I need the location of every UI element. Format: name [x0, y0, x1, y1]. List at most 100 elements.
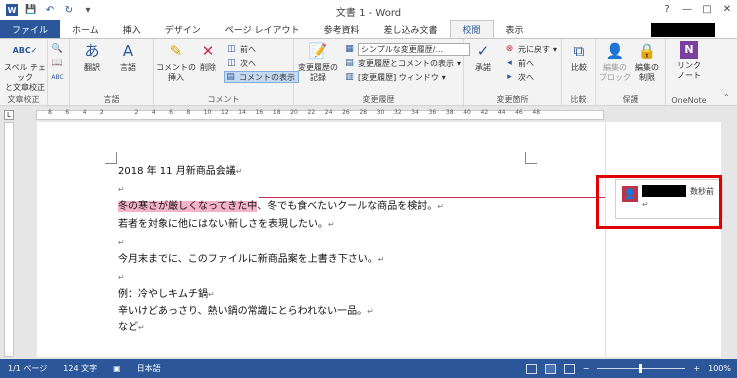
- language-icon: A: [122, 42, 134, 60]
- zoom-slider-thumb[interactable]: [639, 364, 643, 373]
- ruler-number: 6: [169, 109, 173, 116]
- tab-selector[interactable]: L: [4, 110, 14, 120]
- ruler-number: 30: [376, 109, 385, 116]
- collapse-ribbon-icon[interactable]: ⌃: [723, 91, 730, 103]
- ribbon-review: ABC✓ スペル チェック と文章校正 文章校正 🔍 📖 ABC あ 翻訳 A …: [0, 38, 737, 107]
- group-tracking: 📝 変更履歴の 記録 ▦ シンプルな変更履歴/... ▤ 変更履歴とコメントの表示 ▾…: [294, 39, 470, 107]
- show-markup-button[interactable]: ▤ 変更履歴とコメントの表示 ▾: [344, 57, 461, 69]
- ruler-number: 6: [65, 109, 70, 116]
- new-comment-icon: ✎: [169, 42, 183, 60]
- commented-text-highlight: 冬の寒さが厳しくなってきた中: [118, 201, 258, 212]
- tab-review[interactable]: 校閲: [449, 20, 494, 38]
- ruler-number: 4: [82, 109, 87, 116]
- restrict-editing-button[interactable]: 🔒 編集の 制限: [630, 41, 664, 83]
- previous-comment-button[interactable]: ◫ 前へ: [226, 43, 256, 55]
- language-indicator[interactable]: 日本語: [129, 363, 169, 374]
- research-icon[interactable]: 🔍: [52, 43, 63, 55]
- group-onenote: N リンク ノート OneNote: [671, 41, 707, 105]
- ruler-number: 34: [411, 109, 419, 116]
- ruler-number: 38: [445, 109, 454, 116]
- reject-button[interactable]: ⊗ 元に戻す ▾: [504, 43, 557, 55]
- block-authors-button[interactable]: 👤 編集の ブロック: [598, 41, 632, 83]
- read-mode-icon[interactable]: [525, 363, 537, 374]
- tab-page-layout[interactable]: ページ レイアウト: [213, 20, 312, 38]
- track-changes-button[interactable]: 📝 変更履歴の 記録: [296, 41, 340, 83]
- annotation-red-frame: [596, 175, 722, 229]
- doc-line-2: ↵: [118, 185, 125, 194]
- ruler-number: 24: [324, 109, 333, 116]
- compare-icon: ⧉: [573, 42, 585, 60]
- word-count[interactable]: 124 文字: [55, 363, 105, 374]
- ruler-number: 44: [497, 109, 506, 116]
- show-comments-button[interactable]: ▤ コメントの表示: [224, 71, 299, 83]
- reviewing-pane-button[interactable]: ▥ [変更履歴] ウィンドウ ▾: [344, 71, 446, 83]
- print-layout-icon[interactable]: [544, 363, 556, 374]
- doc-line-6: 今月末までに、このファイルに新商品案を上書き下さい。↵: [118, 254, 385, 265]
- translate-button[interactable]: あ 翻訳: [74, 41, 110, 73]
- spelling-grammar-button[interactable]: ABC✓ スペル チェック と文章校正: [4, 41, 46, 93]
- next-change-button[interactable]: ▸ 次へ: [504, 71, 534, 83]
- tab-view[interactable]: 表示: [494, 20, 536, 38]
- tab-home[interactable]: ホーム: [60, 20, 111, 38]
- ruler-number: 14: [238, 109, 246, 116]
- accept-button[interactable]: ✓ 承諾: [466, 41, 500, 73]
- ruler-number: 36: [428, 109, 437, 116]
- close-button[interactable]: ✕: [717, 0, 737, 18]
- title-bar: W 💾 ↶ ↻ ▾ 文書 1 - Word ? — □ ✕: [0, 0, 737, 20]
- tab-insert[interactable]: 挿入: [111, 20, 153, 38]
- markup-display-dropdown[interactable]: ▦ シンプルな変更履歴/...: [344, 42, 470, 56]
- doc-line-7: ↵: [118, 273, 125, 282]
- tab-file[interactable]: ファイル: [0, 20, 61, 38]
- maximize-button[interactable]: □: [697, 0, 717, 18]
- next-comment-button[interactable]: ◫ 次へ: [226, 57, 256, 69]
- ruler-number: 20: [290, 109, 298, 116]
- reviewing-pane-icon: ▥: [345, 72, 354, 82]
- ruler-number: 42: [480, 109, 489, 116]
- zoom-slider[interactable]: [597, 364, 686, 373]
- ruler-number: 22: [307, 109, 316, 116]
- ruler-number: 10: [203, 109, 212, 116]
- zoom-out-button[interactable]: −: [583, 364, 590, 373]
- status-bar: 1/1 ページ 124 文字 ▣ 日本語 − + 100%: [0, 359, 737, 378]
- delete-comment-button[interactable]: ✕ 削除: [194, 41, 222, 73]
- minimize-button[interactable]: —: [677, 0, 697, 18]
- help-icon[interactable]: ?: [657, 0, 677, 18]
- group-changes: ✓ 承諾 ⊗ 元に戻す ▾ ◂ 前へ ▸ 次へ 変更箇所: [464, 39, 562, 107]
- ruler-number: 48: [532, 109, 541, 116]
- tab-mailings[interactable]: 差し込み文書: [371, 20, 449, 38]
- accept-icon: ✓: [476, 42, 490, 60]
- compare-button[interactable]: ⧉ 比較: [562, 41, 596, 73]
- group-comments: ✎ コメントの 挿入 ✕ 削除 ◫ 前へ ◫ 次へ ▤ コメントの表示 コメント: [154, 39, 299, 107]
- document-page[interactable]: 2018 年 11 月新商品会議↵ ↵ 冬の寒さが厳しくなってきた中、冬でも食べ…: [37, 122, 605, 357]
- next-comment-icon: ◫: [227, 58, 236, 68]
- language-button[interactable]: A 言語: [110, 41, 146, 73]
- show-comments-icon: ▤: [226, 72, 235, 82]
- translate-icon: あ: [84, 42, 100, 60]
- word-count-icon[interactable]: ABC: [51, 71, 63, 83]
- new-comment-button[interactable]: ✎ コメントの 挿入: [156, 41, 196, 83]
- doc-line-10: など↵: [118, 322, 145, 333]
- doc-line-3: 冬の寒さが厳しくなってきた中、冬でも食べたいクールな商品を検討。↵: [118, 201, 444, 212]
- thesaurus-icon[interactable]: 📖: [52, 57, 63, 69]
- group-language: あ 翻訳 A 言語 言語: [70, 39, 154, 107]
- linked-notes-button[interactable]: N リンク ノート: [671, 41, 707, 81]
- web-layout-icon[interactable]: [563, 363, 575, 374]
- reject-icon: ⊗: [505, 44, 514, 54]
- ruler-number: 2: [99, 109, 104, 116]
- zoom-level[interactable]: 100%: [708, 364, 731, 373]
- doc-line-4: 若者を対象に他にはない新しさを表現したい。↵: [118, 219, 335, 230]
- tab-design[interactable]: デザイン: [153, 20, 213, 38]
- ruler-number: 4: [151, 109, 156, 116]
- ruler-number: 16: [255, 109, 264, 116]
- user-account-redacted[interactable]: [651, 23, 715, 37]
- previous-change-button[interactable]: ◂ 前へ: [504, 57, 534, 69]
- comment-connector-line: [259, 197, 605, 198]
- tab-references[interactable]: 参考資料: [311, 20, 371, 38]
- page-count[interactable]: 1/1 ページ: [0, 363, 55, 374]
- zoom-in-button[interactable]: +: [693, 364, 700, 373]
- ruler-number: 2: [134, 109, 139, 116]
- proofing-status-icon[interactable]: ▣: [105, 364, 129, 373]
- onenote-icon: N: [680, 41, 698, 59]
- track-changes-icon: 📝: [308, 42, 328, 60]
- delete-comment-icon: ✕: [201, 42, 215, 60]
